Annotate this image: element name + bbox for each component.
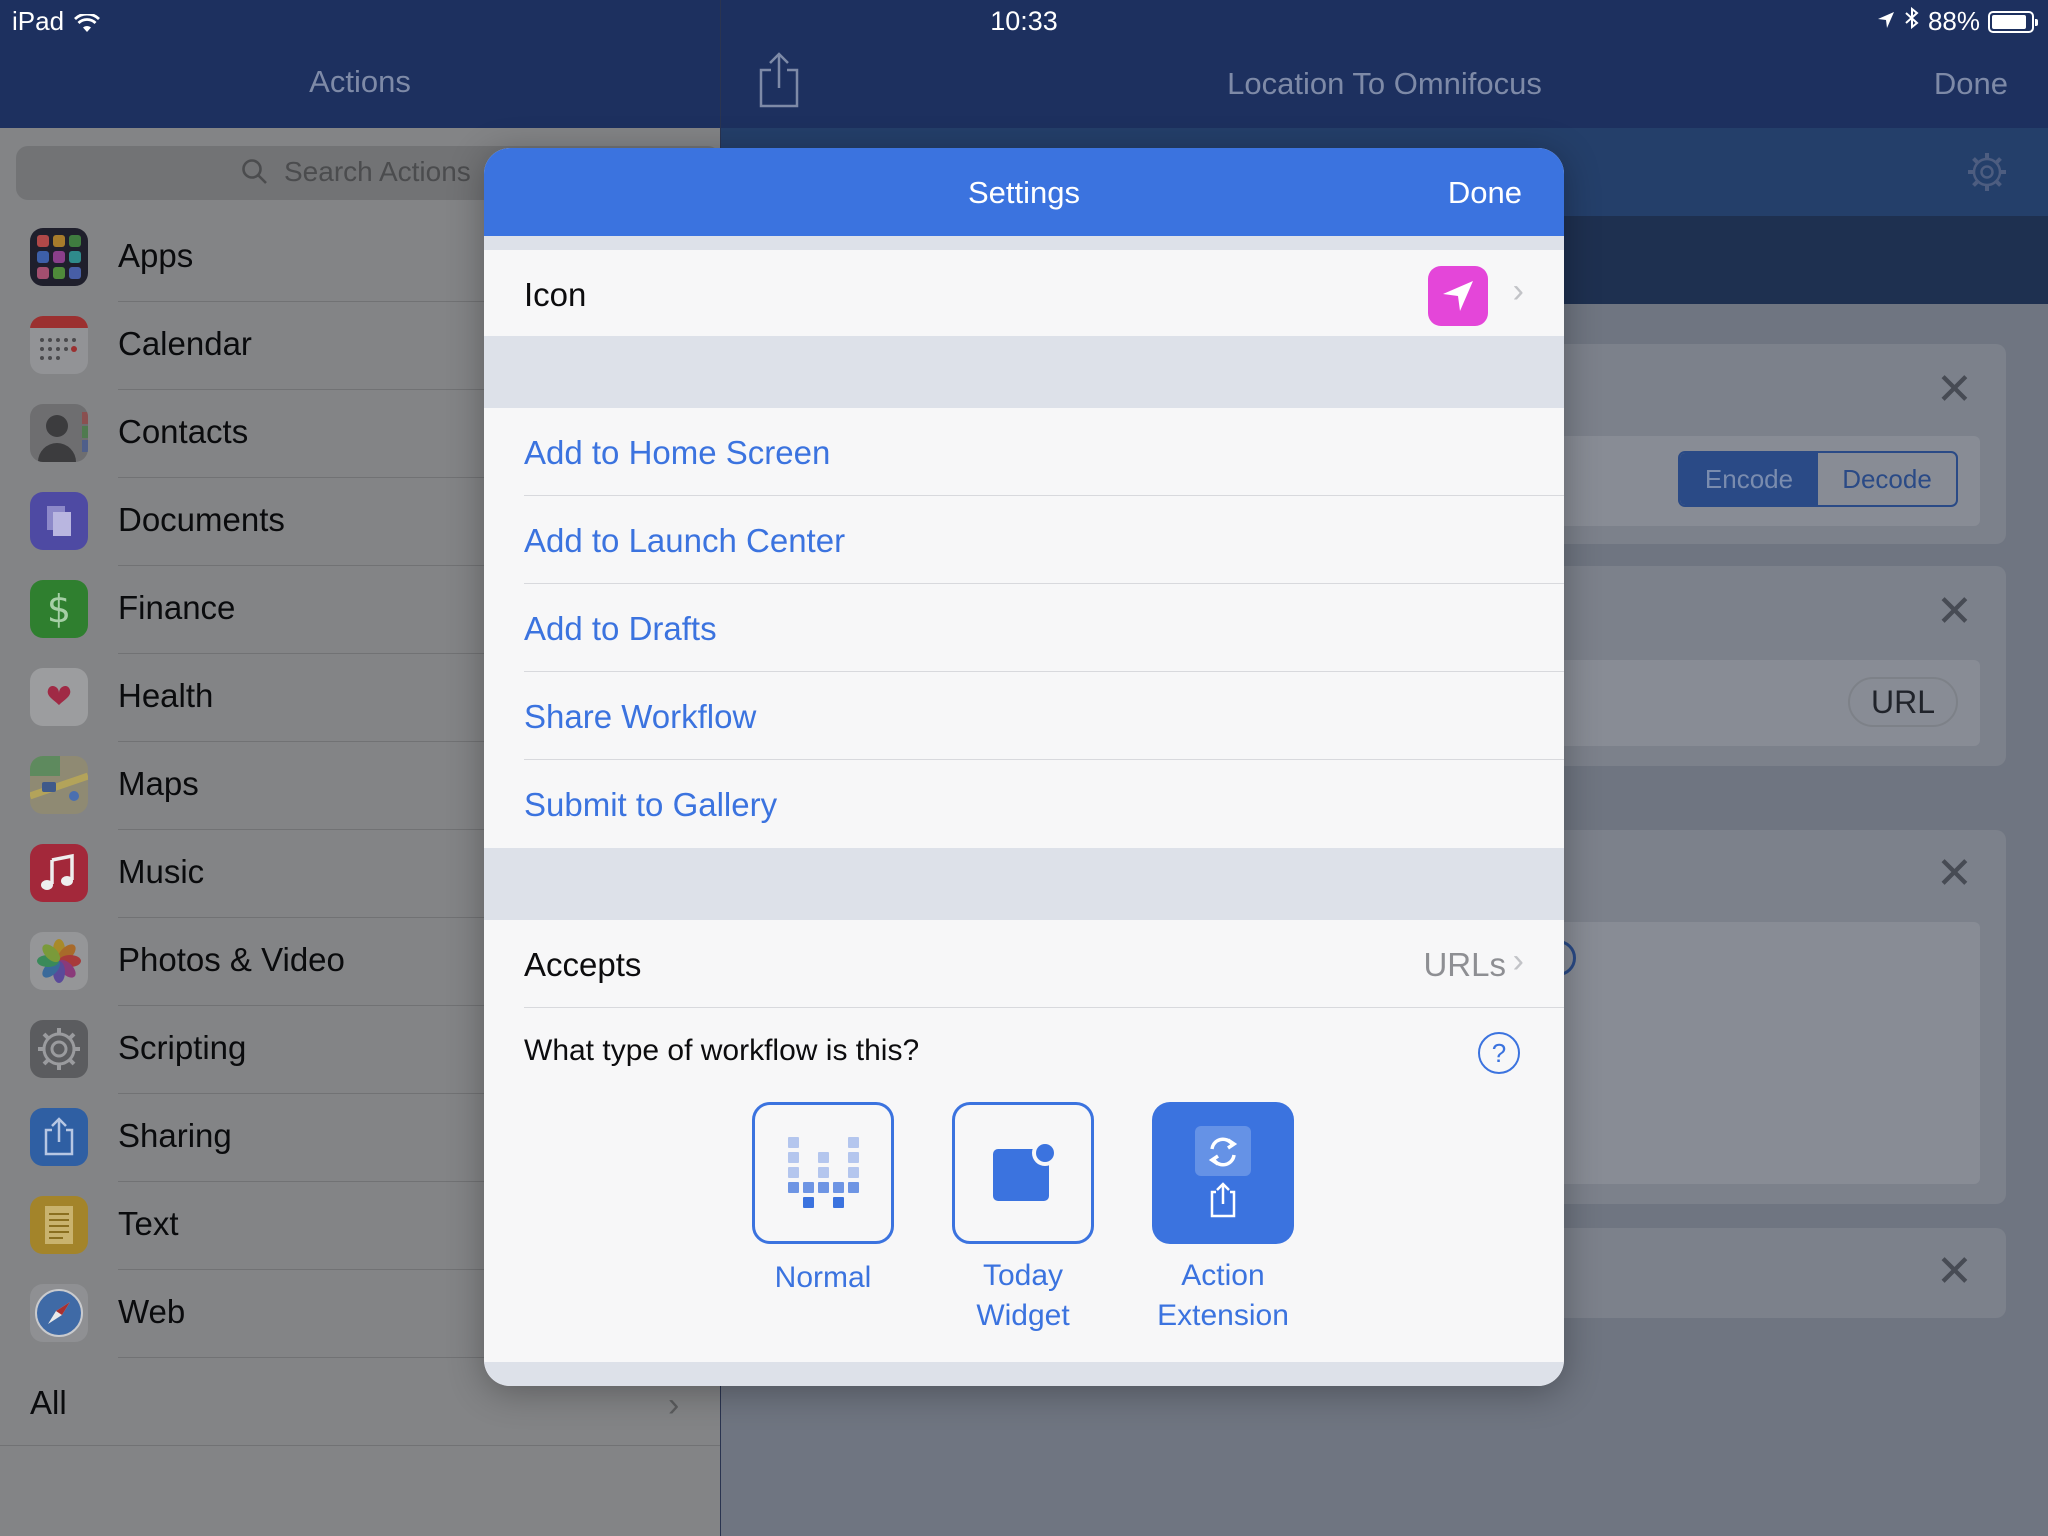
share-workflow-link[interactable]: Share Workflow xyxy=(524,698,756,736)
close-icon[interactable]: ✕ xyxy=(1936,590,1973,634)
svg-text:$: $ xyxy=(47,587,71,631)
category-label: Web xyxy=(118,1293,186,1330)
submit-to-gallery-link[interactable]: Submit to Gallery xyxy=(524,786,777,824)
workflow-type-today-widget-button[interactable] xyxy=(952,1102,1094,1244)
action-card-open-url[interactable] xyxy=(1500,830,2006,1204)
location-arrow-icon xyxy=(1876,6,1896,37)
settings-title: Settings xyxy=(967,175,1080,210)
workflow-type-action-extension-label-line1: Action xyxy=(1181,1259,1265,1292)
scripting-icon xyxy=(30,1020,88,1078)
category-label: Documents xyxy=(118,501,285,538)
encode-segment[interactable]: Encode xyxy=(1680,453,1818,505)
documents-icon xyxy=(30,492,88,550)
icon-row[interactable]: Icon › xyxy=(484,250,1564,336)
finance-icon: $ xyxy=(30,580,88,638)
workflow-type-normal-button[interactable] xyxy=(752,1102,894,1244)
workflow-app-icon xyxy=(1428,266,1488,326)
decode-segment[interactable]: Decode xyxy=(1818,453,1956,505)
share-workflow-row[interactable]: Share Workflow xyxy=(484,672,1564,760)
category-all-label: All xyxy=(30,1384,67,1421)
calendar-icon xyxy=(30,316,88,374)
bluetooth-icon xyxy=(1904,6,1920,37)
workflow-type-today-widget-label-line2: Widget xyxy=(976,1299,1070,1332)
workflow-type-question: What type of workflow is this? xyxy=(524,1034,920,1067)
photos-icon xyxy=(30,932,88,990)
add-to-launch-center-row[interactable]: Add to Launch Center xyxy=(484,496,1564,584)
action-card-url[interactable] xyxy=(1500,566,2006,766)
icon-row-label: Icon xyxy=(524,276,587,313)
maps-icon xyxy=(30,756,88,814)
category-label: Apps xyxy=(118,237,194,274)
battery-percent: 88% xyxy=(1927,6,1980,36)
search-placeholder: Search Actions xyxy=(284,156,471,187)
today-widget-icon xyxy=(993,1140,1058,1201)
help-icon[interactable]: ? xyxy=(1478,1032,1520,1074)
settings-modal: Settings Done Icon › Add to Home Screen … xyxy=(484,148,1564,1386)
workflow-type-today-widget-label-line1: Today xyxy=(982,1259,1064,1292)
normal-workflow-icon xyxy=(788,1137,859,1208)
clock: 10:33 xyxy=(990,6,1058,36)
text-icon xyxy=(30,1196,88,1254)
add-to-home-screen-link[interactable]: Add to Home Screen xyxy=(524,434,830,472)
url-variable-pill[interactable]: URL xyxy=(1848,677,1958,727)
accepts-label: Accepts xyxy=(524,946,642,983)
category-label: Maps xyxy=(118,765,199,802)
category-label: Text xyxy=(118,1205,179,1242)
close-icon[interactable]: ✕ xyxy=(1936,368,1973,412)
chevron-right-icon: › xyxy=(1512,272,1524,310)
workflow-done-button[interactable]: Done xyxy=(1934,66,2008,102)
workflow-type-normal-label: Normal xyxy=(774,1261,872,1294)
category-label: Contacts xyxy=(118,413,249,450)
close-icon[interactable]: ✕ xyxy=(1936,852,1973,896)
add-to-drafts-link[interactable]: Add to Drafts xyxy=(524,610,717,648)
workflow-title: Location To Omnifocus xyxy=(1227,66,1542,101)
submit-to-gallery-row[interactable]: Submit to Gallery xyxy=(484,760,1564,848)
actions-title: Actions xyxy=(309,64,411,99)
accepts-row[interactable]: Accepts URLs › xyxy=(484,920,1564,1008)
category-label: Scripting xyxy=(118,1029,247,1066)
health-icon xyxy=(30,668,88,726)
action-card-url-encode[interactable] xyxy=(1500,344,2006,544)
action-card-bottom[interactable] xyxy=(1500,1228,2006,1318)
gear-icon[interactable] xyxy=(1965,150,2009,199)
settings-done-button[interactable]: Done xyxy=(1448,175,1522,211)
battery-icon xyxy=(1988,10,2038,33)
encode-decode-segmented-control[interactable]: Encode Decode xyxy=(1678,451,1958,507)
add-to-launch-center-link[interactable]: Add to Launch Center xyxy=(524,522,845,560)
add-to-home-screen-row[interactable]: Add to Home Screen xyxy=(484,408,1564,496)
sharing-icon xyxy=(30,1108,88,1166)
web-icon xyxy=(30,1284,88,1342)
apps-icon xyxy=(30,228,88,286)
chevron-right-icon: › xyxy=(1512,942,1524,980)
category-label: Health xyxy=(118,677,214,714)
contacts-icon xyxy=(30,404,88,462)
search-icon xyxy=(240,157,270,192)
category-label: Photos & Video xyxy=(118,941,345,978)
status-bar: iPad 10:33 88% xyxy=(0,0,2048,42)
workflow-type-action-extension-button[interactable] xyxy=(1152,1102,1294,1244)
category-label: Finance xyxy=(118,589,236,626)
action-extension-icon xyxy=(1195,1126,1251,1218)
category-label: Music xyxy=(118,853,205,890)
category-label: Sharing xyxy=(118,1117,232,1154)
add-to-drafts-row[interactable]: Add to Drafts xyxy=(484,584,1564,672)
music-icon xyxy=(30,844,88,902)
close-icon[interactable]: ✕ xyxy=(1936,1250,1973,1294)
category-label: Calendar xyxy=(118,325,252,362)
workflow-type-action-extension-label-line2: Extension xyxy=(1157,1299,1289,1332)
chevron-right-icon: › xyxy=(668,1386,680,1424)
accepts-value: URLs xyxy=(1423,946,1506,983)
